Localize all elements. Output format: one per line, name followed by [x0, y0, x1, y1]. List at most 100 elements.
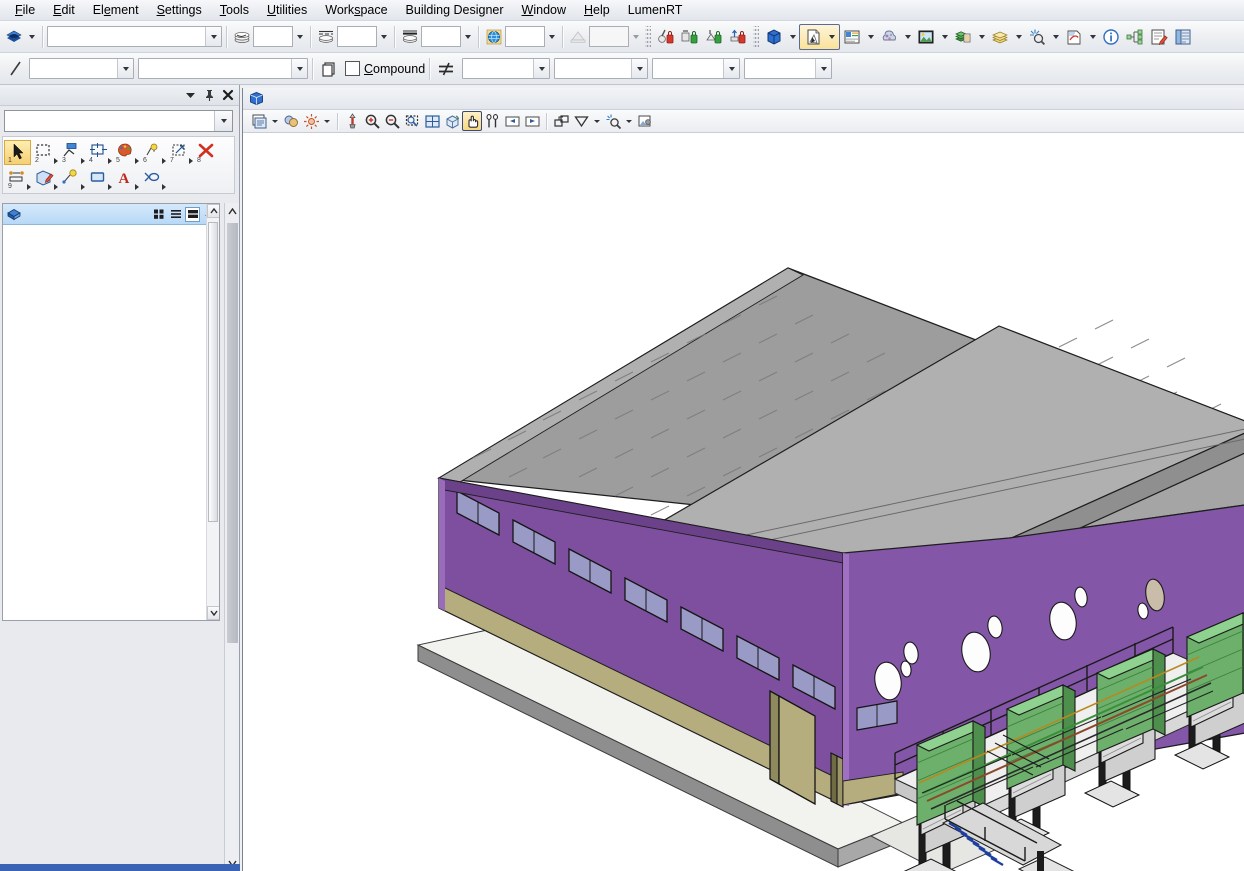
place-smartline-icon[interactable]: 3 [58, 140, 85, 165]
line-weight-icon[interactable] [399, 27, 421, 47]
line-style-dropdown[interactable] [377, 26, 390, 48]
element-color-dropdown[interactable] [293, 26, 306, 48]
window-area-icon[interactable] [402, 111, 422, 131]
part-combo[interactable] [138, 58, 308, 79]
element-template-green-icon[interactable] [678, 25, 702, 49]
toolbox-scroll-up-icon[interactable] [207, 204, 219, 218]
element-selection-icon[interactable]: 1 [4, 139, 31, 165]
building-model-3d[interactable] [243, 133, 1244, 871]
toolbar-grip[interactable] [753, 25, 759, 48]
raster-manager-dropdown[interactable] [864, 26, 877, 48]
close-icon[interactable] [220, 87, 236, 103]
models-icon[interactable] [762, 25, 786, 49]
zoom-in-icon[interactable] [362, 111, 382, 131]
part-color-combo[interactable] [554, 58, 649, 79]
level-manager-dropdown[interactable] [975, 26, 988, 48]
fence-icon[interactable]: 2 [31, 140, 58, 165]
view-attributes-dropdown[interactable] [269, 111, 281, 131]
menu-file[interactable]: File [6, 1, 44, 19]
level-symbology-icon[interactable] [3, 27, 25, 47]
transparency-value[interactable] [505, 26, 545, 47]
analyze-light-dropdown[interactable] [1049, 26, 1062, 48]
part-color-dropdown-icon[interactable] [631, 59, 648, 78]
level-symbology-dropdown[interactable] [25, 26, 38, 48]
hierarchy-icon[interactable] [1123, 25, 1147, 49]
properties-panel-icon[interactable] [1171, 25, 1195, 49]
toolbox-scroll-down-icon[interactable] [207, 606, 219, 620]
menu-element[interactable]: Element [84, 1, 148, 19]
copy-view-icon[interactable] [551, 111, 571, 131]
part-weight-combo[interactable] [744, 58, 833, 79]
active-part-icon[interactable] [3, 59, 29, 79]
compound-checkbox-row[interactable]: Compound [345, 61, 425, 76]
markup-dropdown[interactable] [1086, 26, 1099, 48]
models-dropdown[interactable] [786, 26, 799, 48]
level-display-icon[interactable] [988, 25, 1012, 49]
part-style-dropdown-icon[interactable] [723, 59, 740, 78]
display-styles-dropdown[interactable] [938, 26, 951, 48]
override-symbology-icon[interactable] [434, 57, 458, 81]
compound-checkbox[interactable] [345, 61, 360, 76]
walk-view-icon[interactable] [482, 111, 502, 131]
line-weight-value[interactable] [421, 26, 461, 47]
place-point-icon[interactable] [58, 166, 85, 191]
zoom-out-icon[interactable] [382, 111, 402, 131]
element-color-icon[interactable] [231, 27, 253, 47]
delete-element-icon[interactable]: 8 [193, 140, 220, 165]
place-block-icon[interactable] [85, 166, 112, 191]
level-manager-icon[interactable] [951, 25, 975, 49]
pin-icon[interactable] [201, 87, 217, 103]
part-weight-dropdown-icon[interactable] [815, 59, 832, 78]
display-styles-icon[interactable] [914, 25, 938, 49]
clip-volume-icon[interactable] [571, 111, 591, 131]
menu-settings[interactable]: Settings [148, 1, 211, 19]
toolbox-scroll-thumb[interactable] [208, 222, 218, 522]
menu-building-designer[interactable]: Building Designer [397, 1, 513, 19]
dock-scroll-thumb[interactable] [227, 223, 238, 643]
brightness-dropdown[interactable] [321, 111, 333, 131]
element-information-icon[interactable] [1099, 25, 1123, 49]
references-button-group[interactable] [799, 23, 840, 50]
menu-workspace[interactable]: Workspace [316, 1, 396, 19]
active-level-dropdown-icon[interactable] [205, 27, 221, 46]
clip-mask-dropdown[interactable] [623, 111, 635, 131]
part-family-dropdown-icon[interactable] [117, 59, 133, 78]
part-level-combo[interactable] [462, 58, 551, 79]
menu-help[interactable]: Help [575, 1, 619, 19]
view-previous-icon[interactable] [502, 111, 522, 131]
change-attributes-icon[interactable]: 5 [112, 140, 139, 165]
menu-tools[interactable]: Tools [211, 1, 258, 19]
element-attach-green-icon[interactable] [702, 25, 726, 49]
transparency-dropdown[interactable] [545, 26, 558, 48]
drop-element-icon[interactable]: 9 [4, 166, 31, 191]
analyze-light-icon[interactable] [1025, 25, 1049, 49]
part-style-combo[interactable] [652, 58, 741, 79]
model-canvas[interactable] [243, 133, 1244, 871]
part-level-dropdown-icon[interactable] [533, 59, 550, 78]
pan-view-icon[interactable] [462, 111, 482, 131]
icons-grid-view-icon[interactable] [151, 207, 166, 222]
pattern-icon[interactable] [139, 166, 166, 191]
detail-view-icon[interactable] [185, 206, 200, 222]
menu-window[interactable]: Window [513, 1, 575, 19]
brightness-icon[interactable] [301, 111, 321, 131]
view-next-icon[interactable] [522, 111, 542, 131]
view-attributes-icon[interactable] [249, 111, 269, 131]
adjust-colors-icon[interactable] [281, 111, 301, 131]
markup-icon[interactable] [1062, 25, 1086, 49]
part-dropdown-icon[interactable] [291, 59, 307, 78]
place-text-icon[interactable]: A [112, 166, 139, 191]
element-color-value[interactable] [253, 26, 293, 47]
cells-icon[interactable] [31, 166, 58, 191]
line-weight-dropdown[interactable] [461, 26, 474, 48]
task-selector-dropdown-icon[interactable] [214, 111, 232, 131]
update-view-icon[interactable] [342, 111, 362, 131]
dock-scroll-up-icon[interactable] [225, 203, 240, 219]
menu-lumenrt[interactable]: LumenRT [619, 1, 692, 19]
rotate-view-icon[interactable] [442, 111, 462, 131]
element-info-lock-icon[interactable] [654, 25, 678, 49]
chevron-down-icon[interactable] [182, 87, 198, 103]
toolbar-grip[interactable] [645, 25, 651, 48]
menu-utilities[interactable]: Utilities [258, 1, 316, 19]
point-cloud-icon[interactable] [877, 25, 901, 49]
